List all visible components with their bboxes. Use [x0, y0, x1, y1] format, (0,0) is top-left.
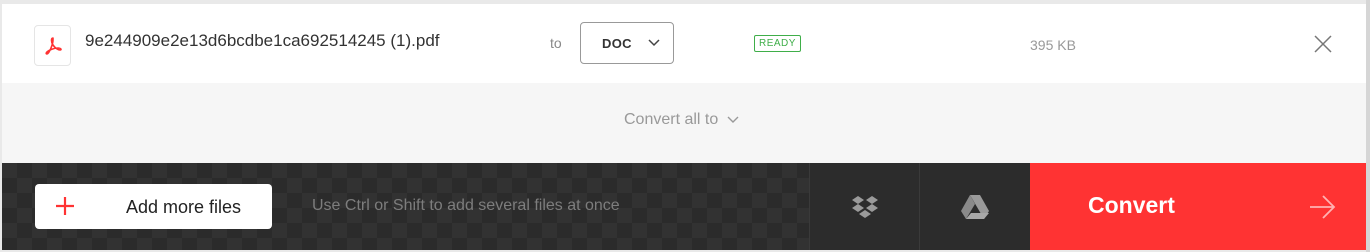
- dropbox-button[interactable]: [809, 163, 919, 250]
- format-value: DOC: [602, 35, 632, 51]
- convert-all-row: Convert all to: [2, 83, 1366, 163]
- file-name: 9e244909e2e13d6bcdbe1ca692514245 (1).pdf: [85, 31, 440, 50]
- plus-icon: [56, 197, 74, 215]
- convert-all-label: Convert all to: [624, 111, 719, 128]
- file-row: 9e244909e2e13d6bcdbe1ca692514245 (1).pdf…: [2, 4, 1366, 83]
- chevron-down-icon: [648, 39, 660, 47]
- convert-all-dropdown[interactable]: Convert all to: [624, 111, 740, 129]
- convert-label: Convert: [1088, 192, 1175, 218]
- pdf-icon: [34, 25, 71, 66]
- file-size: 395 KB: [1030, 37, 1076, 53]
- bottom-toolbar: Add more files Use Ctrl or Shift to add …: [2, 163, 1366, 250]
- close-icon[interactable]: [1312, 33, 1334, 55]
- multi-select-hint: Use Ctrl or Shift to add several files a…: [312, 197, 620, 214]
- chevron-down-icon: [727, 116, 739, 123]
- arrow-right-icon: [1310, 195, 1336, 219]
- add-more-files-button[interactable]: Add more files: [35, 184, 272, 229]
- google-drive-button[interactable]: [919, 163, 1030, 250]
- google-drive-icon: [961, 194, 989, 219]
- add-more-files-label: Add more files: [126, 197, 242, 217]
- to-label: to: [550, 35, 562, 51]
- format-select[interactable]: DOC: [580, 22, 674, 64]
- dropbox-icon: [851, 195, 878, 218]
- converter-panel: 9e244909e2e13d6bcdbe1ca692514245 (1).pdf…: [0, 0, 1370, 252]
- scrollbar-track[interactable]: [1366, 0, 1370, 252]
- status-badge: READY: [754, 35, 801, 52]
- convert-button[interactable]: Convert: [1030, 163, 1366, 250]
